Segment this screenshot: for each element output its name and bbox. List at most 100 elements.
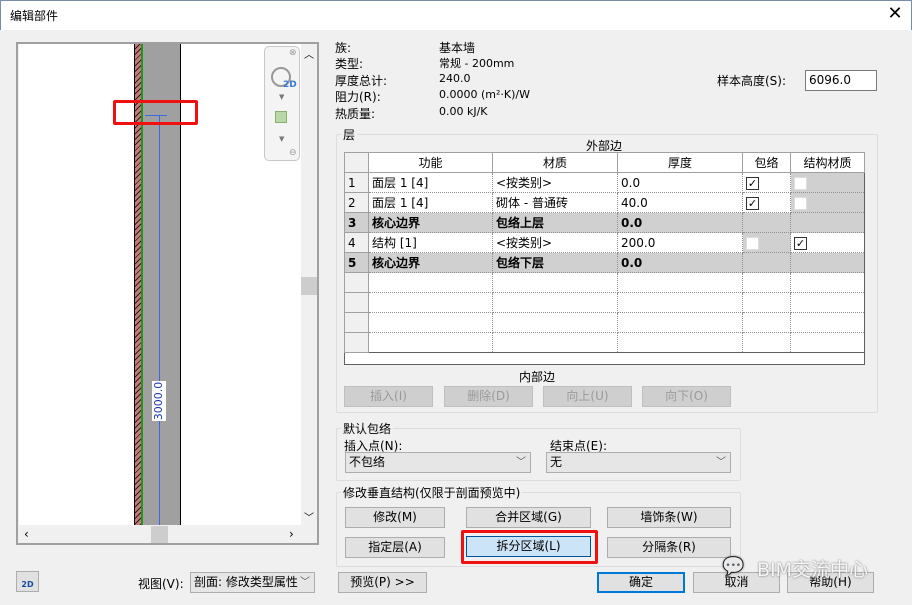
wraps-checkbox[interactable] bbox=[746, 236, 759, 250]
modify-button[interactable]: 修改(M) bbox=[345, 507, 445, 528]
empty-row bbox=[344, 292, 865, 313]
family-value: 基本墙 bbox=[439, 41, 476, 55]
structural-material-cell[interactable] bbox=[790, 212, 865, 233]
assign-layers-button[interactable]: 指定层(A) bbox=[345, 537, 445, 558]
function-cell[interactable]: 面层 1 [4] bbox=[368, 172, 493, 193]
highlight-box bbox=[461, 530, 598, 564]
thickness-cell[interactable]: 0.0 bbox=[617, 172, 743, 193]
structural-material-cell[interactable] bbox=[790, 192, 865, 213]
scroll-thumb[interactable] bbox=[301, 277, 317, 295]
chevron-down-icon: ﹀ bbox=[716, 457, 726, 468]
empty-cell bbox=[790, 272, 865, 293]
row-number[interactable]: 1 bbox=[344, 172, 369, 193]
empty-cell bbox=[617, 312, 743, 333]
wraps-checkbox[interactable]: ✓ bbox=[746, 176, 759, 190]
view-select[interactable]: 剖面: 修改类型属性 ﹀ bbox=[190, 572, 315, 593]
row-number[interactable]: 2 bbox=[344, 192, 369, 213]
vertical-scrollbar[interactable]: ︿ ﹀ bbox=[301, 44, 317, 525]
ok-button[interactable]: 确定 bbox=[597, 572, 685, 593]
table-row[interactable]: 1 面层 1 [4] <按类别> 0.0 ✓ bbox=[344, 172, 865, 193]
scroll-right-icon[interactable]: › bbox=[289, 527, 294, 541]
horizontal-scrollbar[interactable]: ‹ › bbox=[19, 526, 301, 543]
table-row[interactable]: 4 结构 [1] <按类别> 200.0 ✓ bbox=[344, 232, 865, 253]
thickness-cell[interactable]: 200.0 bbox=[617, 232, 743, 253]
table-row[interactable]: 3 核心边界 包络上层 0.0 bbox=[344, 212, 865, 233]
structural-material-cell[interactable] bbox=[790, 252, 865, 273]
preview-toggle-button[interactable]: 预览(P) >> bbox=[338, 572, 427, 593]
material-cell[interactable]: 包络下层 bbox=[492, 252, 618, 273]
material-cell[interactable]: 包络上层 bbox=[492, 212, 618, 233]
row-number[interactable]: 5 bbox=[344, 252, 369, 273]
minimize-nav-icon[interactable]: ⊖ bbox=[289, 148, 297, 158]
zoom-region-icon[interactable] bbox=[275, 111, 287, 123]
2d-icon: 2D bbox=[21, 580, 34, 589]
material-cell[interactable]: <按类别> bbox=[492, 172, 618, 193]
row-number[interactable]: 4 bbox=[344, 232, 369, 253]
wraps-cell[interactable]: ✓ bbox=[742, 172, 791, 193]
column-header[interactable]: 材质 bbox=[492, 152, 618, 173]
function-cell[interactable]: 核心边界 bbox=[368, 252, 493, 273]
column-header[interactable]: 功能 bbox=[368, 152, 493, 173]
thickness-label: 厚度总计: bbox=[335, 74, 388, 88]
structural-material-checkbox[interactable]: ✓ bbox=[794, 236, 807, 250]
sample-height-input[interactable]: 6096.0 bbox=[805, 70, 877, 91]
empty-cell bbox=[742, 292, 791, 313]
chevron-down-icon[interactable]: ▼ bbox=[279, 93, 284, 101]
scroll-thumb[interactable] bbox=[151, 526, 168, 543]
wraps-checkbox[interactable]: ✓ bbox=[746, 196, 759, 210]
empty-cell bbox=[368, 272, 493, 293]
wraps-cell[interactable]: ✓ bbox=[742, 192, 791, 213]
move-down-button[interactable]: 向下(O) bbox=[642, 386, 731, 407]
function-cell[interactable]: 面层 1 [4] bbox=[368, 192, 493, 213]
column-header[interactable]: 包络 bbox=[742, 152, 791, 173]
empty-cell bbox=[492, 292, 618, 313]
view-value: 剖面: 修改类型属性 bbox=[194, 575, 298, 589]
empty-cell bbox=[368, 332, 493, 353]
end-point-select[interactable]: 无 ﹀ bbox=[546, 452, 731, 473]
close-icon[interactable]: ✕ bbox=[884, 3, 906, 24]
navigation-bar: ⊗ 2D ▼ ▼ ⊖ bbox=[264, 46, 300, 161]
height-dimension[interactable]: 3000.0 bbox=[152, 381, 166, 421]
table-row[interactable]: 2 面层 1 [4] 砌体 - 普通砖 40.0 ✓ bbox=[344, 192, 865, 213]
row-number bbox=[344, 332, 369, 353]
empty-cell bbox=[617, 272, 743, 293]
sample-height-label: 样本高度(S): bbox=[717, 74, 787, 88]
scroll-down-icon[interactable]: ﹀ bbox=[304, 509, 314, 524]
thickness-cell[interactable]: 0.0 bbox=[617, 212, 743, 233]
thickness-cell[interactable]: 0.0 bbox=[617, 252, 743, 273]
structural-material-checkbox[interactable] bbox=[794, 196, 807, 210]
window-title: 编辑部件 bbox=[10, 9, 59, 23]
delete-button[interactable]: 删除(D) bbox=[444, 386, 533, 407]
row-number bbox=[344, 292, 369, 313]
scroll-left-icon[interactable]: ‹ bbox=[24, 527, 29, 541]
empty-row bbox=[344, 272, 865, 293]
insert-button[interactable]: 插入(I) bbox=[344, 386, 433, 407]
empty-row bbox=[344, 332, 865, 353]
structural-material-checkbox[interactable] bbox=[794, 176, 807, 190]
structural-material-cell[interactable] bbox=[790, 172, 865, 193]
wraps-cell[interactable] bbox=[742, 232, 791, 253]
wraps-cell[interactable] bbox=[742, 252, 791, 273]
wraps-cell[interactable] bbox=[742, 212, 791, 233]
interior-side-label: 内部边 bbox=[519, 370, 556, 384]
structural-material-cell[interactable]: ✓ bbox=[790, 232, 865, 253]
sweeps-button[interactable]: 墙饰条(W) bbox=[607, 507, 731, 528]
move-up-button[interactable]: 向上(U) bbox=[543, 386, 632, 407]
merge-regions-button[interactable]: 合并区域(G) bbox=[466, 507, 591, 528]
reveals-button[interactable]: 分隔条(R) bbox=[607, 537, 731, 558]
column-header[interactable]: 结构材质 bbox=[790, 152, 865, 173]
close-nav-icon[interactable]: ⊗ bbox=[289, 48, 297, 58]
material-cell[interactable]: <按类别> bbox=[492, 232, 618, 253]
insert-point-select[interactable]: 不包络 ﹀ bbox=[345, 452, 531, 473]
function-cell[interactable]: 结构 [1] bbox=[368, 232, 493, 253]
material-cell[interactable]: 砌体 - 普通砖 bbox=[492, 192, 618, 213]
thermal-mass-value: 0.00 kJ/K bbox=[439, 105, 488, 118]
function-cell[interactable]: 核心边界 bbox=[368, 212, 493, 233]
view-2d-button[interactable]: 2D bbox=[16, 571, 39, 592]
row-number[interactable]: 3 bbox=[344, 212, 369, 233]
thickness-cell[interactable]: 40.0 bbox=[617, 192, 743, 213]
chevron-down-icon[interactable]: ▼ bbox=[279, 135, 284, 143]
table-row[interactable]: 5 核心边界 包络下层 0.0 bbox=[344, 252, 865, 273]
column-header[interactable]: 厚度 bbox=[617, 152, 743, 173]
scroll-up-icon[interactable]: ︿ bbox=[304, 46, 314, 61]
